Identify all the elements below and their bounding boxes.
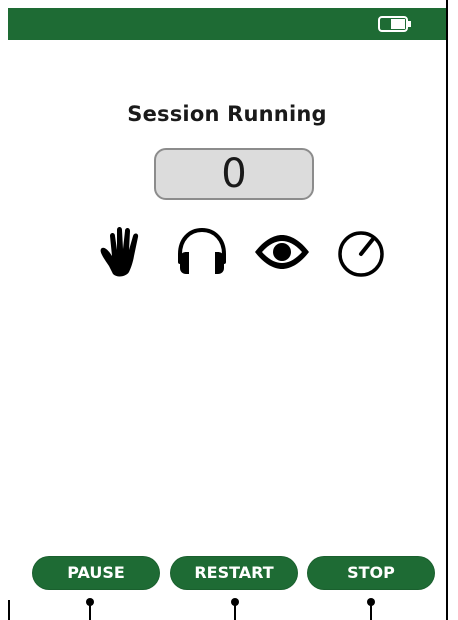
screen-left-edge	[8, 600, 10, 620]
pause-button-pin-marker	[85, 597, 95, 620]
session-status-title: Session Running	[127, 102, 327, 126]
gauge-icon	[331, 222, 391, 282]
stop-button[interactable]: STOP	[307, 556, 435, 590]
hand-icon	[93, 222, 153, 282]
top-status-bar	[8, 8, 446, 40]
device-screen: Session Running 0 PAUSE RESTART STOP	[0, 0, 458, 620]
status-icons-row	[0, 222, 458, 282]
stop-button-pin-marker	[366, 597, 376, 620]
pause-button[interactable]: PAUSE	[32, 556, 160, 590]
battery-icon	[378, 15, 412, 33]
restart-button[interactable]: RESTART	[170, 556, 298, 590]
restart-button-pin-marker	[230, 597, 240, 620]
session-counter-display: 0	[154, 148, 314, 200]
headphones-icon	[172, 222, 232, 282]
eye-icon	[252, 222, 312, 282]
screen-right-edge	[446, 0, 448, 620]
